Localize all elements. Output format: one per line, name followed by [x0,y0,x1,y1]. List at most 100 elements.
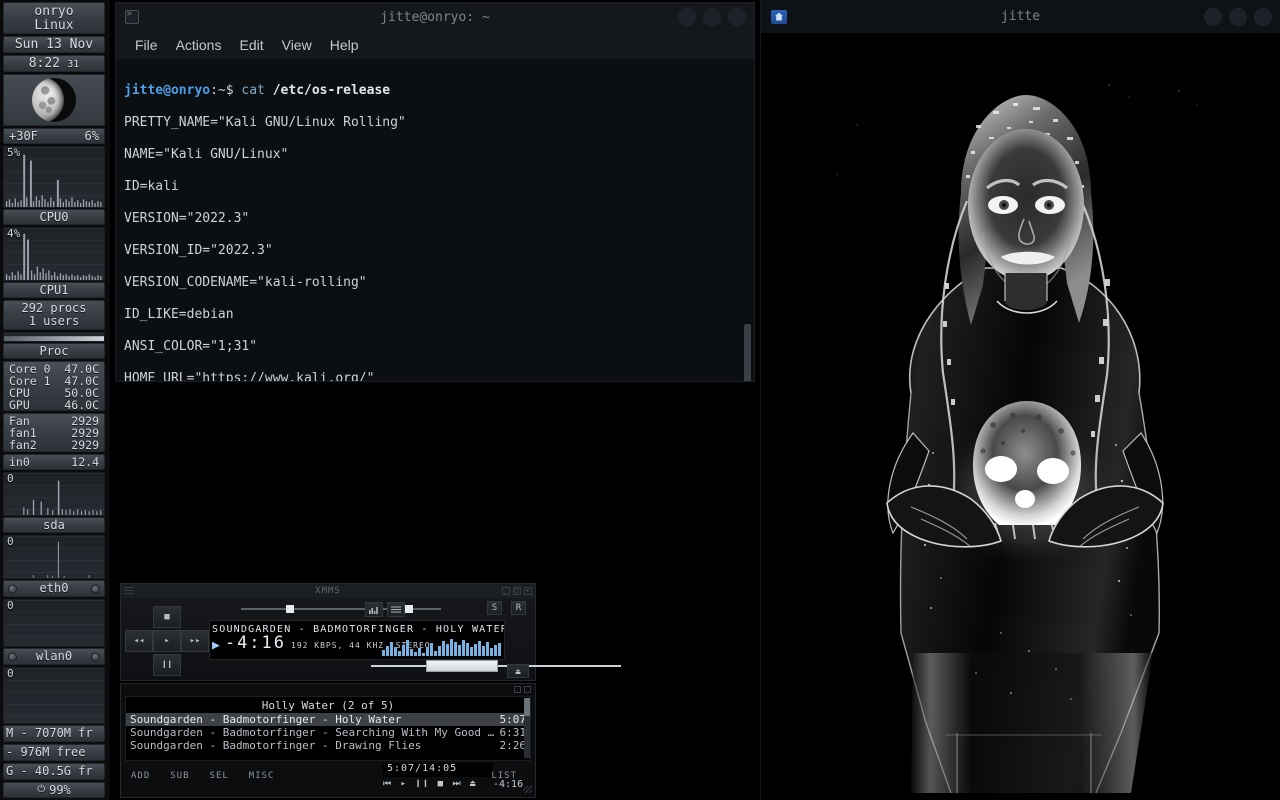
playlist-header: Holly Water (2 of 5) [261,699,395,712]
terminal-scrollbar[interactable] [744,324,751,381]
menu-help[interactable]: Help [321,34,368,56]
xmms-shade-button[interactable]: □ [513,587,521,595]
fan-row: fan2 2929 [6,439,102,451]
eth0-right-knob [91,584,100,593]
visualizer[interactable] [382,638,501,656]
user-count: 1 users [28,313,80,328]
position-slider[interactable] [371,660,621,672]
playlist-list[interactable]: Holly Water (2 of 5) Soundgarden - Badmo… [125,696,531,761]
xmms-titlebar[interactable]: XMMS _ □ ✕ [121,584,535,598]
position-thumb[interactable] [426,660,498,672]
battery-panel: ⏻ 99% [3,782,105,798]
wlan0-traffic-value: 0 [7,667,14,680]
playing-indicator-icon: ▶ [212,638,220,653]
terminal-line: VERSION_ID="2022.3" [124,243,273,258]
shuffle-toggle[interactable]: S [487,601,502,615]
terminal-line: jitte@onryo:~$ cat /etc/os-release [124,83,744,99]
list-button[interactable]: LIST [491,771,517,781]
wlan0-value: 0 [7,599,14,612]
xmms-player-window[interactable]: XMMS _ □ ✕ ■ ◂◂ ▸ ▸▸ ❙❙ S R SOUNDGARDEN … [120,583,621,682]
hostname-label: onryo [34,4,74,19]
list-item[interactable]: Soundgarden - Badmotorfinger - Searching… [126,726,530,739]
previous-button[interactable]: ◂◂ [125,630,153,652]
disk-graph-svg [23,480,102,515]
equalizer-toggle[interactable] [365,602,383,617]
playlist-scrollbar-thumb[interactable] [524,698,530,716]
battery-percent: 99% [49,782,71,797]
xmms-grip-icon [124,587,134,594]
terminal-output[interactable]: jitte@onryo:~$ cat /etc/os-release PRETT… [116,59,754,381]
menu-edit[interactable]: Edit [230,34,272,56]
playlist-shade-button[interactable] [514,686,521,693]
cpu1-label: CPU1 [3,282,105,298]
volume-thumb[interactable] [286,605,294,613]
list-item[interactable]: Soundgarden - Badmotorfinger - Holy Wate… [126,713,530,726]
playlist-transport-controls[interactable]: ⏮ ▸ ❙❙ ■ ⏭ ⏏ [383,779,477,789]
eth0-left-knob [8,584,17,593]
eth0-label-panel: eth0 [3,580,105,597]
command-name: cat [241,83,273,98]
menu-actions[interactable]: Actions [167,34,231,56]
playlist-buttons[interactable]: ADD SUB SEL MISC [131,771,274,781]
playlist-time-total: 5:07/14:05 [383,763,493,777]
track-time: 5:07 [499,713,527,726]
menu-view[interactable]: View [273,34,321,56]
xmms-body: ■ ◂◂ ▸ ▸▸ ❙❙ S R SOUNDGARDEN - BADMOTORF… [121,598,621,682]
terminal-line: VERSION="2022.3" [124,211,250,226]
xmms-window-buttons[interactable]: _ □ ✕ [502,587,532,595]
next-button[interactable]: ▸▸ [181,630,209,652]
playlist-close-button[interactable] [524,686,531,693]
sub-button[interactable]: SUB [170,771,189,781]
wlan0-label: wlan0 [35,649,73,663]
playlist-toggle[interactable] [387,602,405,617]
terminal-menubar[interactable]: File Actions Edit View Help [116,31,754,59]
viewer-canvas[interactable] [761,33,1280,800]
viewer-titlebar[interactable]: jitte [761,0,1280,33]
pause-button[interactable]: ❙❙ [153,654,181,676]
swap-panel: - 976M free [3,744,105,761]
cpu0-label: CPU0 [3,209,105,225]
menu-file[interactable]: File [126,34,167,56]
xmms-close-button[interactable]: ✕ [524,587,532,595]
memory-panel: M - 7070M fr [3,725,105,742]
play-button[interactable]: ▸ [153,630,181,652]
xmms-playlist-window[interactable]: Holly Water (2 of 5) Soundgarden - Badmo… [120,683,536,798]
viewer-title: jitte [1000,9,1041,24]
sel-button[interactable]: SEL [210,771,229,781]
playlist-footer: ADD SUB SEL MISC 5:07/14:05 ⏮ ▸ ❙❙ ■ ⏭ ⏏… [121,763,535,795]
clock-seconds: 31 [67,59,80,70]
eject-button[interactable]: ⏏ [507,664,529,678]
proc-label: Proc [3,343,105,359]
playlist-scrollbar[interactable] [524,698,530,758]
volume-slider[interactable] [241,604,369,614]
plug-icon: ⏻ [37,783,46,795]
balance-thumb[interactable] [405,605,413,613]
terminal-title: jitte@onryo: ~ [380,9,490,25]
repeat-toggle[interactable]: R [511,601,526,615]
disk-value: 0 [7,472,14,485]
proc-graph [3,332,105,342]
desktop: onryo Linux Sun 13 Nov 8:22 31 +30F 6% 5… [0,0,1280,800]
weather-humidity: 6% [84,129,99,143]
pause-icon: ❙❙ [161,660,173,670]
terminal-titlebar[interactable]: jitte@onryo: ~ [116,3,754,31]
xmms-minimize-button[interactable]: _ [502,587,510,595]
terminal-line: NAME="Kali GNU/Linux" [124,147,289,162]
portrait-image [761,33,1280,800]
eth0-graph: 0 [3,535,105,579]
image-viewer-window[interactable]: jitte [760,0,1280,800]
terminal-line: PRETTY_NAME="Kali GNU/Linux Rolling" [124,115,406,130]
stop-button[interactable]: ■ [153,606,181,628]
resize-grip-icon[interactable] [523,786,532,793]
track-name: Soundgarden - Badmotorfinger - Searching… [130,726,500,739]
terminal-line: ID_LIKE=debian [124,307,234,322]
prompt-path: :~$ [210,83,242,98]
fan-value: 2929 [71,438,99,452]
playlist-titlebar[interactable] [121,684,535,695]
playlist-icon [391,606,401,612]
weather-temp: +30F [9,129,38,143]
list-item[interactable]: Soundgarden - Badmotorfinger - Drawing F… [126,739,530,752]
add-button[interactable]: ADD [131,771,150,781]
misc-button[interactable]: MISC [249,771,275,781]
terminal-window[interactable]: jitte@onryo: ~ File Actions Edit View He… [115,2,755,382]
